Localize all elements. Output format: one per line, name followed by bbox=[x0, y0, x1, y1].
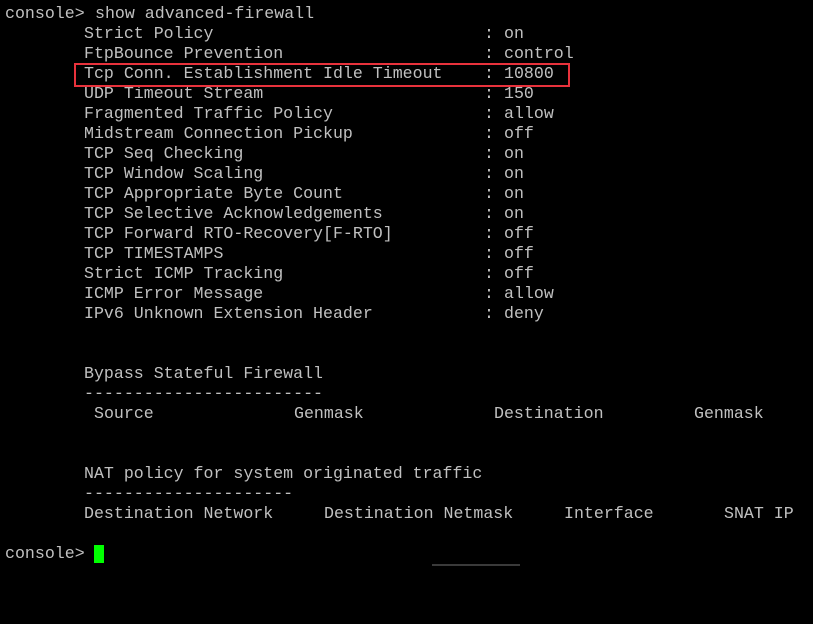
setting-name: ICMP Error Message bbox=[84, 284, 264, 303]
bypass-underline: ------------------------ bbox=[0, 384, 323, 404]
setting-value: 150 bbox=[504, 84, 534, 103]
setting-name: TCP Forward RTO-Recovery[F-RTO] bbox=[84, 224, 393, 243]
nat-title: NAT policy for system originated traffic bbox=[0, 464, 482, 484]
bypass-col-destination: Destination bbox=[494, 404, 604, 423]
setting-value: on bbox=[504, 164, 524, 183]
setting-separator: : bbox=[484, 104, 494, 123]
setting-value: off bbox=[504, 224, 534, 243]
setting-separator: : bbox=[484, 124, 494, 143]
setting-separator: : bbox=[484, 264, 494, 283]
setting-name: Midstream Connection Pickup bbox=[84, 124, 353, 143]
command-line: console> show advanced-firewall bbox=[0, 4, 314, 24]
final-prompt-line: console> bbox=[0, 544, 85, 564]
nat-col-interface: Interface bbox=[564, 504, 654, 523]
nat-underline-text: --------------------- bbox=[84, 484, 294, 503]
setting-value: on bbox=[504, 144, 524, 163]
bypass-title: Bypass Stateful Firewall bbox=[0, 364, 323, 384]
setting-separator: : bbox=[484, 84, 494, 103]
setting-separator: : bbox=[484, 184, 494, 203]
setting-separator: : bbox=[484, 144, 494, 163]
nat-underline: --------------------- bbox=[0, 484, 293, 504]
setting-name: TCP Appropriate Byte Count bbox=[84, 184, 343, 203]
bypass-col-source: Source bbox=[94, 404, 154, 423]
setting-name: TCP Seq Checking bbox=[84, 144, 244, 163]
nat-title-text: NAT policy for system originated traffic bbox=[84, 464, 483, 483]
setting-separator: : bbox=[484, 284, 494, 303]
setting-separator: : bbox=[484, 44, 494, 63]
setting-value: control bbox=[504, 44, 574, 63]
nat-header-row: Destination Network Destination Netmask … bbox=[0, 504, 794, 524]
setting-value: allow bbox=[504, 104, 554, 123]
setting-name: Strict Policy bbox=[84, 24, 214, 43]
setting-value: on bbox=[504, 204, 524, 223]
nat-col-snat-ip: SNAT IP bbox=[724, 504, 794, 523]
setting-name: IPv6 Unknown Extension Header bbox=[84, 304, 373, 323]
bypass-col-genmask: Genmask bbox=[294, 404, 364, 423]
setting-value: off bbox=[504, 264, 534, 283]
setting-name: TCP TIMESTAMPS bbox=[84, 244, 224, 263]
setting-value: deny bbox=[504, 304, 544, 323]
setting-value: allow bbox=[504, 284, 554, 303]
setting-value: off bbox=[504, 244, 534, 263]
setting-name: Strict ICMP Tracking bbox=[84, 264, 284, 283]
final-prompt: console> bbox=[5, 544, 85, 563]
setting-separator: : bbox=[484, 164, 494, 183]
setting-name: UDP Timeout Stream bbox=[84, 84, 264, 103]
highlight-box bbox=[74, 63, 570, 87]
bypass-header-row: Source Genmask Destination Genmask bbox=[0, 404, 764, 424]
setting-separator: : bbox=[484, 204, 494, 223]
setting-value: off bbox=[504, 124, 534, 143]
setting-separator: : bbox=[484, 304, 494, 323]
setting-separator: : bbox=[484, 244, 494, 263]
setting-name: TCP Window Scaling bbox=[84, 164, 264, 183]
nat-col-destination-netmask: Destination Netmask bbox=[324, 504, 514, 523]
setting-separator: : bbox=[484, 24, 494, 43]
setting-name: TCP Selective Acknowledgements bbox=[84, 204, 383, 223]
setting-name: FtpBounce Prevention bbox=[84, 44, 284, 63]
nat-col-destination-network: Destination Network bbox=[84, 504, 274, 523]
command-text: show advanced-firewall bbox=[95, 4, 315, 23]
setting-value: on bbox=[504, 184, 524, 203]
bypass-title-text: Bypass Stateful Firewall bbox=[84, 364, 323, 383]
setting-separator: : bbox=[484, 224, 494, 243]
bypass-underline-text: ------------------------ bbox=[84, 384, 323, 403]
text-cursor bbox=[94, 545, 104, 563]
setting-name: Fragmented Traffic Policy bbox=[84, 104, 333, 123]
bypass-col-genmask-2: Genmask bbox=[694, 404, 764, 423]
setting-value: on bbox=[504, 24, 524, 43]
prompt: console> bbox=[5, 4, 85, 23]
